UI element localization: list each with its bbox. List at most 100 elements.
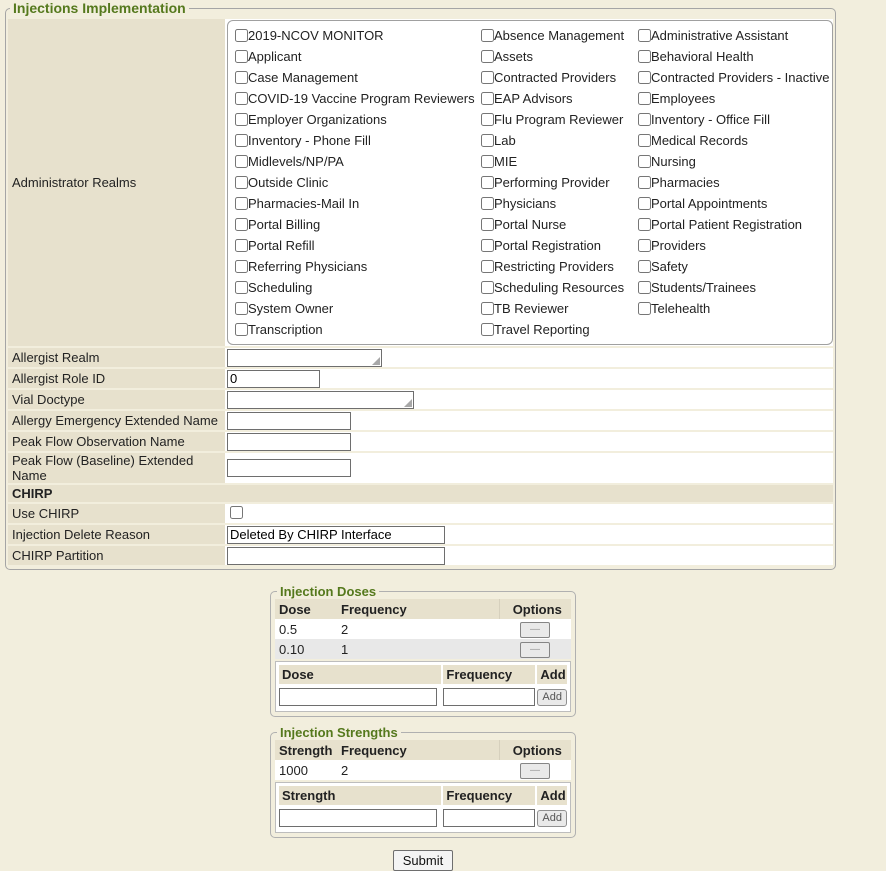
realm-checkbox-item[interactable]: Nursing (635, 151, 832, 172)
realm-checkbox[interactable] (481, 260, 494, 273)
realm-checkbox[interactable] (638, 218, 651, 231)
realm-checkbox[interactable] (481, 92, 494, 105)
realm-checkbox-item[interactable]: Case Management (232, 67, 478, 88)
realm-checkbox[interactable] (481, 281, 494, 294)
realm-checkbox-item[interactable]: Flu Program Reviewer (478, 109, 635, 130)
realm-checkbox-item[interactable]: Behavioral Health (635, 46, 832, 67)
realm-checkbox-item[interactable]: Employer Organizations (232, 109, 478, 130)
realm-checkbox[interactable] (481, 113, 494, 126)
realm-checkbox-item[interactable]: System Owner (232, 298, 478, 319)
realm-checkbox-item[interactable]: Absence Management (478, 25, 635, 46)
realm-checkbox-item[interactable]: 2019-NCOV MONITOR (232, 25, 478, 46)
realm-checkbox-item[interactable]: Performing Provider (478, 172, 635, 193)
realm-checkbox[interactable] (235, 92, 248, 105)
realm-checkbox[interactable] (235, 113, 248, 126)
realm-checkbox-item[interactable]: Employees (635, 88, 832, 109)
realm-checkbox[interactable] (235, 323, 248, 336)
realm-checkbox-item[interactable]: Scheduling Resources (478, 277, 635, 298)
realm-checkbox[interactable] (235, 176, 248, 189)
realm-checkbox[interactable] (638, 239, 651, 252)
text-input[interactable] (227, 459, 351, 477)
strength-add-button[interactable]: Add (537, 810, 567, 827)
realm-checkbox-item[interactable]: Portal Appointments (635, 193, 832, 214)
realm-checkbox-item[interactable]: Inventory - Office Fill (635, 109, 832, 130)
realm-checkbox-item[interactable]: Contracted Providers (478, 67, 635, 88)
realm-checkbox[interactable] (638, 134, 651, 147)
realm-checkbox[interactable] (235, 29, 248, 42)
realm-checkbox[interactable] (235, 155, 248, 168)
realm-checkbox-item[interactable]: Travel Reporting (478, 319, 635, 340)
realm-checkbox-item[interactable]: Safety (635, 256, 832, 277)
realm-checkbox-item[interactable]: Portal Registration (478, 235, 635, 256)
dose-add-frequency-input[interactable] (443, 688, 535, 706)
realm-checkbox-item[interactable]: Portal Patient Registration (635, 214, 832, 235)
text-input[interactable] (227, 547, 445, 565)
realm-checkbox[interactable] (638, 197, 651, 210)
realm-checkbox[interactable] (481, 134, 494, 147)
strength-add-frequency-input[interactable] (443, 809, 535, 827)
realm-checkbox[interactable] (235, 50, 248, 63)
realm-checkbox[interactable] (235, 260, 248, 273)
text-input[interactable] (227, 526, 445, 544)
realm-checkbox-item[interactable]: Pharmacies (635, 172, 832, 193)
realm-checkbox-item[interactable]: Lab (478, 130, 635, 151)
realm-checkbox[interactable] (638, 260, 651, 273)
realm-checkbox[interactable] (638, 176, 651, 189)
dose-add-value-input[interactable] (279, 688, 437, 706)
realm-checkbox-item[interactable]: TB Reviewer (478, 298, 635, 319)
text-input[interactable] (227, 391, 414, 409)
realm-checkbox[interactable] (638, 281, 651, 294)
realm-checkbox[interactable] (638, 302, 651, 315)
realm-checkbox-item[interactable]: Transcription (232, 319, 478, 340)
realm-checkbox-item[interactable]: Portal Billing (232, 214, 478, 235)
realm-checkbox-item[interactable]: Medical Records (635, 130, 832, 151)
realm-checkbox[interactable] (481, 29, 494, 42)
realm-checkbox[interactable] (638, 50, 651, 63)
realm-checkbox-item[interactable]: Inventory - Phone Fill (232, 130, 478, 151)
realm-checkbox-item[interactable]: Physicians (478, 193, 635, 214)
realm-checkbox[interactable] (235, 239, 248, 252)
realm-checkbox-item[interactable]: Pharmacies-Mail In (232, 193, 478, 214)
realm-checkbox[interactable] (235, 218, 248, 231)
realm-checkbox[interactable] (481, 71, 494, 84)
realm-checkbox[interactable] (638, 155, 651, 168)
realm-checkbox[interactable] (481, 302, 494, 315)
realm-checkbox[interactable] (235, 197, 248, 210)
realm-checkbox-item[interactable]: Referring Physicians (232, 256, 478, 277)
realm-checkbox[interactable] (481, 197, 494, 210)
realm-checkbox[interactable] (481, 50, 494, 63)
realm-checkbox-item[interactable]: Assets (478, 46, 635, 67)
dose-add-button[interactable]: Add (537, 689, 567, 706)
realm-checkbox[interactable] (638, 92, 651, 105)
submit-button[interactable]: Submit (393, 850, 453, 871)
realm-checkbox[interactable] (481, 176, 494, 189)
realm-checkbox-item[interactable]: Applicant (232, 46, 478, 67)
realm-checkbox[interactable] (235, 71, 248, 84)
realm-checkbox[interactable] (638, 113, 651, 126)
realm-checkbox-item[interactable]: Portal Nurse (478, 214, 635, 235)
text-input[interactable] (227, 370, 320, 388)
realm-checkbox[interactable] (638, 71, 651, 84)
options-button[interactable]: — (520, 622, 550, 638)
text-input[interactable] (227, 349, 382, 367)
realm-checkbox-item[interactable]: Contracted Providers - Inactive (635, 67, 832, 88)
realm-checkbox[interactable] (481, 218, 494, 231)
text-input[interactable] (227, 412, 351, 430)
realm-checkbox[interactable] (481, 323, 494, 336)
realm-checkbox[interactable] (235, 302, 248, 315)
strength-add-value-input[interactable] (279, 809, 437, 827)
options-button[interactable]: — (520, 642, 550, 658)
realm-checkbox-item[interactable]: Scheduling (232, 277, 478, 298)
text-input[interactable] (227, 433, 351, 451)
field-checkbox[interactable] (230, 506, 243, 519)
realm-checkbox-item[interactable]: EAP Advisors (478, 88, 635, 109)
realm-checkbox-item[interactable]: Providers (635, 235, 832, 256)
realm-checkbox-item[interactable]: COVID-19 Vaccine Program Reviewers (232, 88, 478, 109)
realm-checkbox-item[interactable]: Students/Trainees (635, 277, 832, 298)
realm-checkbox[interactable] (481, 155, 494, 168)
options-button[interactable]: — (520, 763, 550, 779)
realm-checkbox[interactable] (235, 134, 248, 147)
realm-checkbox-item[interactable]: Administrative Assistant (635, 25, 832, 46)
realm-checkbox-item[interactable]: Midlevels/NP/PA (232, 151, 478, 172)
realm-checkbox-item[interactable]: MIE (478, 151, 635, 172)
